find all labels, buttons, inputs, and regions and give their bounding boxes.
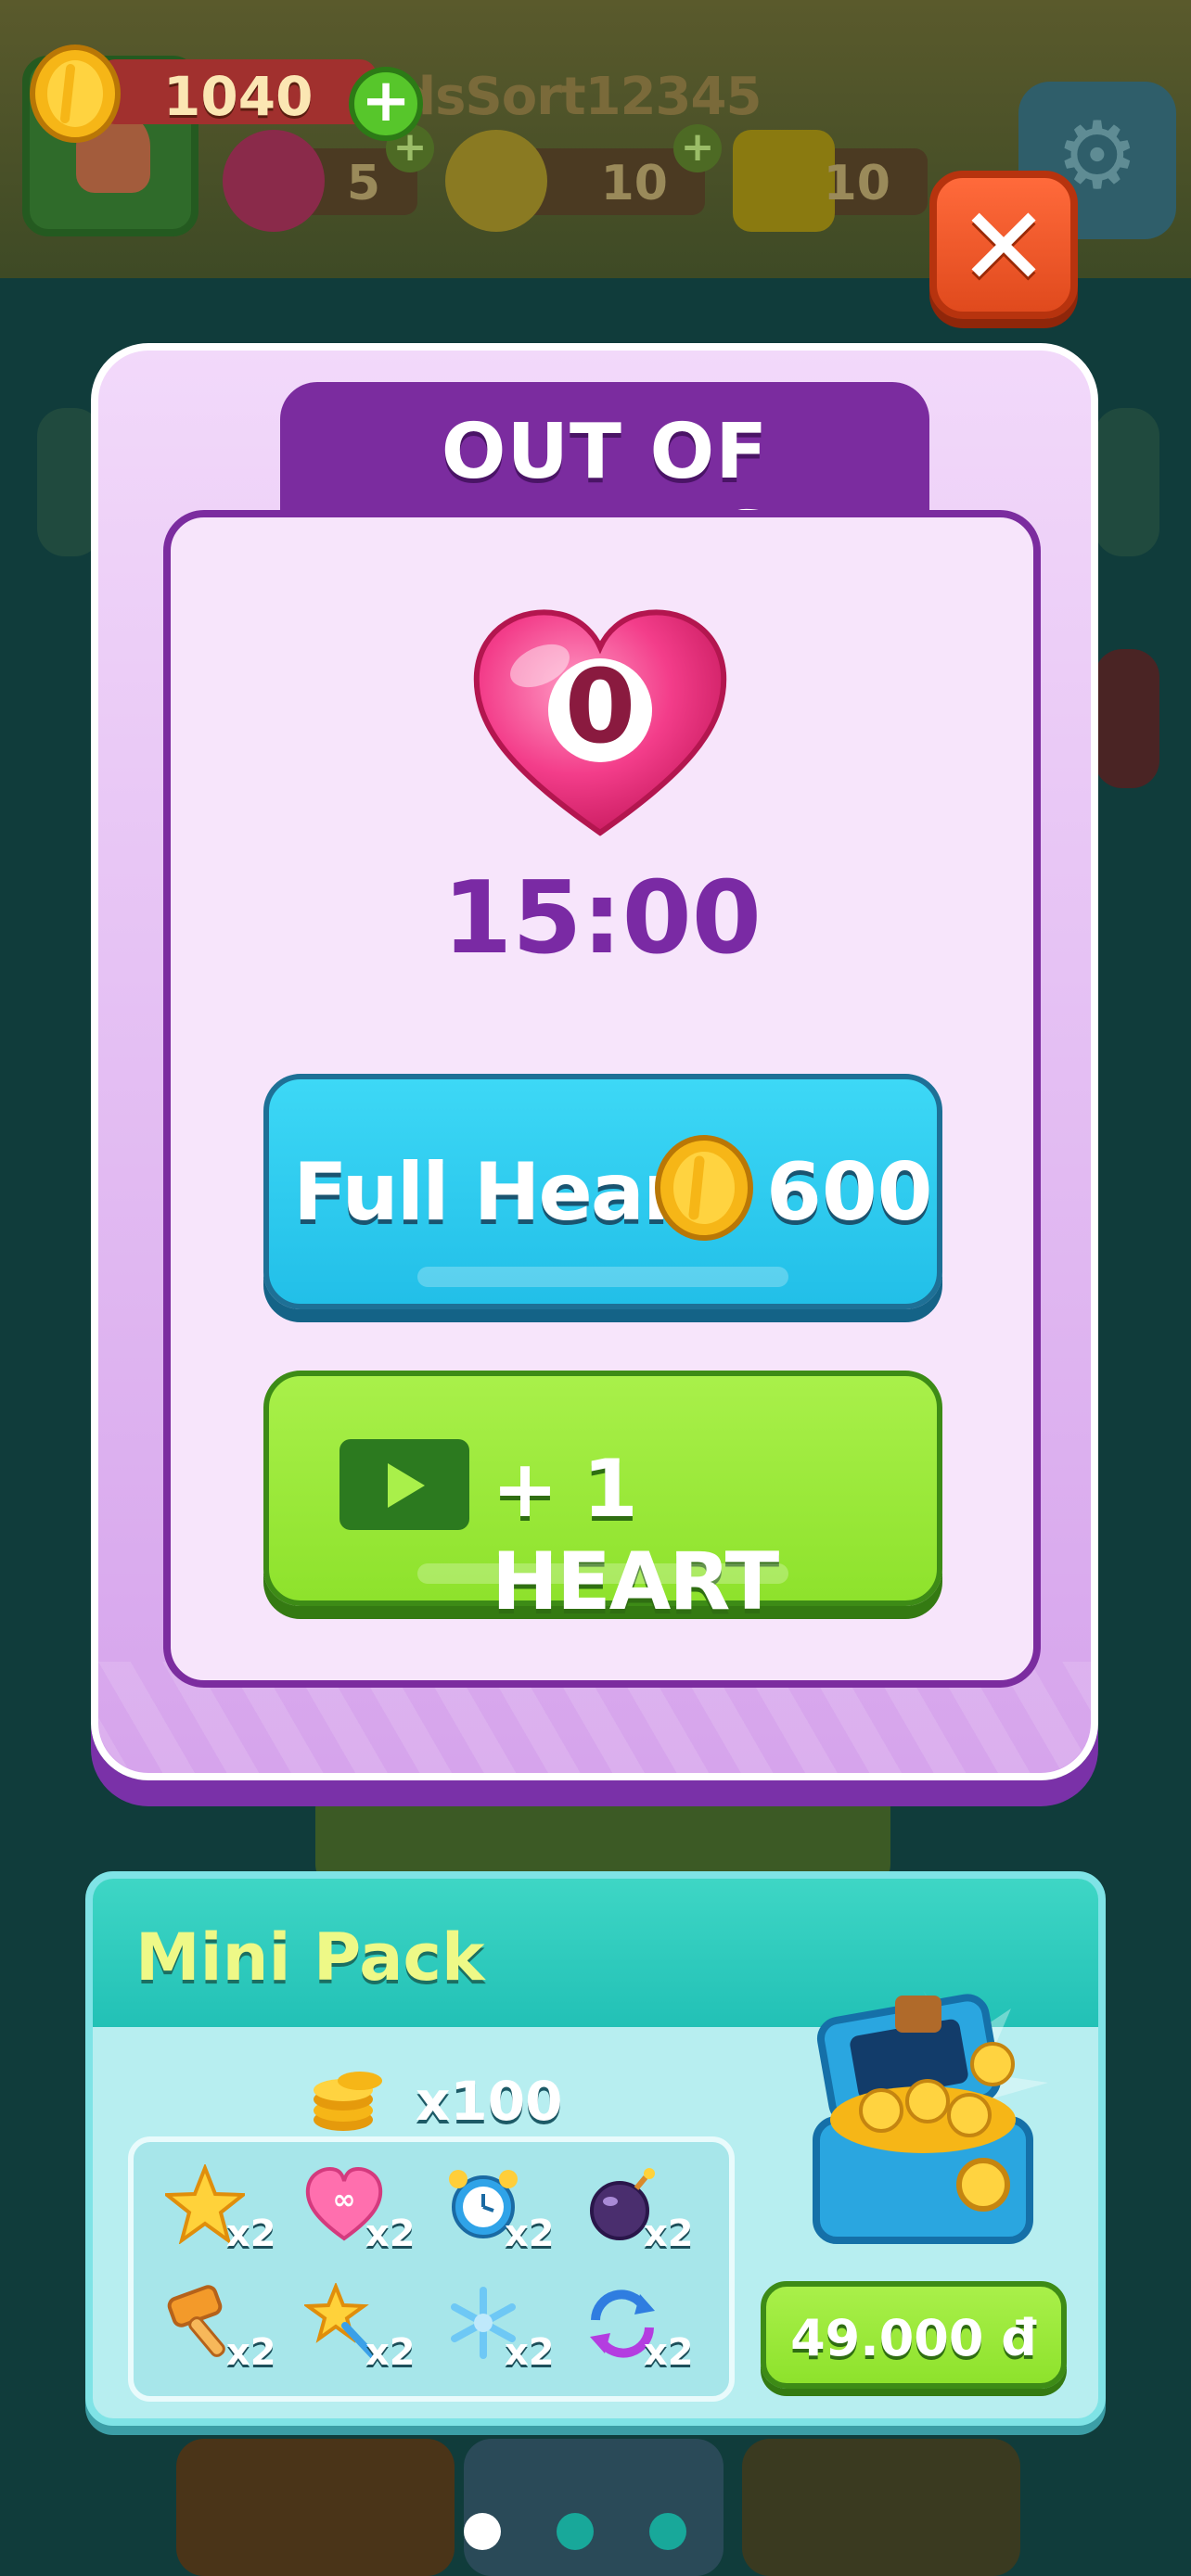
background-shop-tab	[176, 2439, 455, 2576]
mini-pack-price: 49.000 đ	[790, 2309, 1037, 2367]
page-dot[interactable]	[649, 2513, 686, 2550]
heart-icon	[223, 130, 325, 232]
watch-ad-label: + 1 HEART	[492, 1443, 779, 1628]
play-video-icon	[339, 1439, 469, 1530]
svg-text:∞: ∞	[333, 2184, 356, 2216]
star-icon	[733, 130, 835, 232]
stars-counter: 10	[733, 130, 928, 232]
coin-balance: 1040 +	[24, 43, 423, 143]
pack-item-star-wand: x2	[291, 2279, 430, 2381]
background-tile	[1095, 649, 1159, 788]
close-icon: ✕	[957, 183, 1050, 311]
hearts-count: 0	[564, 647, 636, 766]
full-heart-price: 600	[766, 1146, 933, 1239]
mini-pack-coins: x100	[306, 2055, 603, 2138]
coins-counter-secondary[interactable]: 10 +	[445, 124, 722, 232]
pack-item-alarm-clock: x2	[430, 2161, 570, 2263]
mini-pack-title: Mini Pack	[135, 1919, 485, 1996]
pack-item-bomb: x2	[570, 2161, 709, 2263]
title-tab: OUT OF HEARTS	[280, 382, 929, 584]
coin-stack-icon	[314, 2072, 382, 2131]
buy-mini-pack-button[interactable]: 49.000 đ	[761, 2281, 1067, 2389]
pager-dots	[464, 2513, 696, 2554]
mini-pack-items: x2 ∞ x2 x2 x2 x2 x2 x2 x2	[128, 2136, 735, 2402]
add-coins-button[interactable]: +	[349, 67, 423, 141]
coin-icon	[445, 130, 547, 232]
add-coins-icon[interactable]: +	[673, 124, 722, 172]
coin-icon	[655, 1135, 753, 1241]
mini-pack-coin-qty: x100	[416, 2070, 563, 2133]
coin-icon	[30, 45, 121, 143]
dialog-body: 0 15:00 Full Heart 600 + 1 HEART	[163, 510, 1041, 1688]
refill-timer: 15:00	[442, 861, 762, 976]
full-heart-button[interactable]: Full Heart 600	[263, 1074, 942, 1309]
watch-ad-button[interactable]: + 1 HEART	[263, 1371, 942, 1628]
page-dot[interactable]	[557, 2513, 594, 2550]
background-trophy-tab	[742, 2439, 1020, 2576]
pack-item-shuffle: x2	[570, 2279, 709, 2381]
background-tile	[1095, 408, 1159, 556]
treasure-chest-icon	[813, 1990, 1048, 2244]
out-of-hearts-dialog: OUT OF HEARTS 0 15:00 Full Heart	[91, 343, 1098, 1780]
background-home-tab	[464, 2439, 724, 2576]
pack-item-hammer: x2	[152, 2279, 291, 2381]
lives-counter[interactable]: 5 +	[223, 124, 434, 232]
pack-item-snowflake: x2	[430, 2279, 570, 2381]
page-dot-active[interactable]	[464, 2513, 501, 2550]
plus-icon: +	[361, 67, 411, 135]
pack-item-star: x2	[152, 2161, 291, 2263]
close-button[interactable]: ✕	[929, 171, 1078, 319]
mini-pack-offer: Mini Pack x100 x2 ∞ x2 x2 x2 x2 x2 x2 x2…	[85, 1871, 1106, 2426]
pack-item-infinite-heart: ∞ x2	[291, 2161, 430, 2263]
player-name: dsSort12345	[399, 67, 762, 127]
